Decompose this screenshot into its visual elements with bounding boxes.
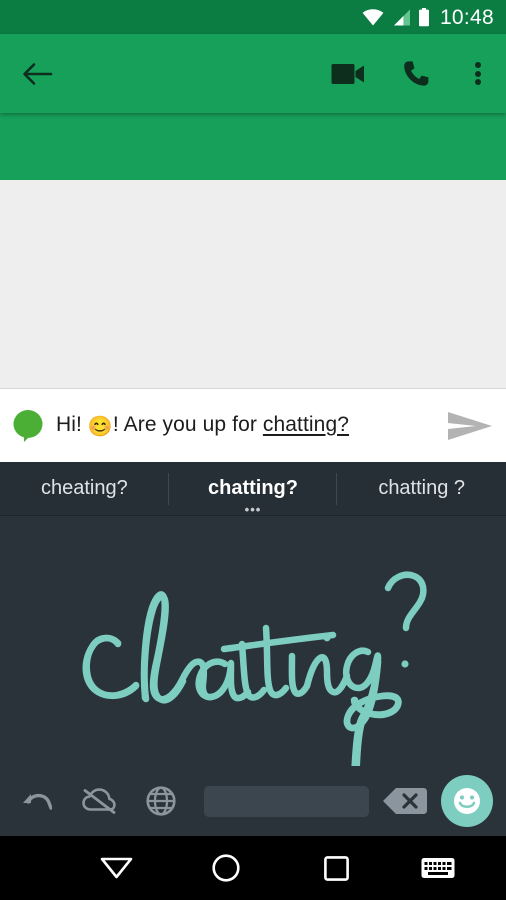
video-call-button[interactable]: [314, 34, 382, 113]
space-key[interactable]: [204, 785, 369, 817]
backspace-icon: [383, 788, 427, 814]
phone-call-icon: [403, 61, 428, 86]
home-button[interactable]: [170, 836, 282, 900]
emoji-icon: [441, 775, 493, 827]
battery-icon: [418, 7, 430, 27]
suggestion-item-1[interactable]: chatting? •••: [169, 462, 338, 516]
keyboard-toolbar: [0, 766, 506, 836]
phone-call-button[interactable]: [382, 34, 450, 113]
compose-text-prefix: Hi!: [56, 412, 88, 436]
compose-emoji: 😊: [87, 415, 113, 438]
suggestion-item-2[interactable]: chatting ?: [337, 462, 506, 516]
send-icon: [448, 411, 492, 440]
status-bar: 10:48: [0, 0, 506, 34]
suggestion-label: chatting?: [208, 477, 298, 499]
keyboard-switch-button[interactable]: [390, 836, 486, 900]
compose-text-middle: ! Are you up for: [112, 412, 263, 436]
recents-button[interactable]: [282, 836, 390, 900]
compose-bar: Hi! 😊! Are you up for chatting?: [0, 388, 506, 462]
suggestion-label: cheating?: [40, 477, 128, 499]
navigation-bar: [0, 836, 506, 900]
keyboard-switch-icon: [421, 858, 455, 878]
suggestion-item-0[interactable]: cheating?: [0, 462, 169, 516]
recents-icon: [323, 855, 349, 881]
overflow-menu-button[interactable]: [450, 34, 506, 113]
overflow-menu-icon: [475, 60, 481, 88]
undo-button[interactable]: [6, 766, 68, 836]
hide-keyboard-button[interactable]: [62, 836, 170, 900]
wifi-icon: [362, 8, 384, 26]
home-icon: [212, 854, 240, 882]
compose-underlined-word: chatting?: [262, 412, 350, 436]
conversation-area[interactable]: [0, 180, 506, 388]
status-time: 10:48: [439, 5, 494, 29]
send-button[interactable]: [434, 410, 506, 442]
undo-icon: [23, 793, 52, 810]
app-bar: [0, 34, 506, 113]
emoji-button[interactable]: [434, 766, 500, 836]
phone-screen: 10:48 Hi! 😊! Are you up for chatting? ch…: [0, 0, 506, 900]
compose-input[interactable]: Hi! 😊! Are you up for chatting?: [56, 413, 434, 439]
language-globe-button[interactable]: [130, 766, 192, 836]
handwriting-canvas[interactable]: [0, 516, 506, 766]
video-call-icon: [331, 63, 364, 84]
cloud-off-icon: [82, 788, 116, 814]
message-bubble-icon[interactable]: [0, 409, 56, 443]
suggestion-strip: cheating? chatting? ••• chatting ?: [0, 462, 506, 516]
language-globe-icon: [146, 786, 176, 816]
cellular-signal-icon: [391, 9, 411, 26]
handwriting-ink-icon: [82, 571, 427, 766]
cloud-off-button[interactable]: [68, 766, 130, 836]
backspace-button[interactable]: [376, 766, 434, 836]
hide-keyboard-icon: [100, 857, 132, 879]
app-bar-extension: [0, 113, 506, 180]
back-button[interactable]: [0, 34, 74, 113]
suggestion-label: chatting ?: [378, 477, 466, 499]
suggestion-expand-icon[interactable]: •••: [169, 503, 338, 516]
